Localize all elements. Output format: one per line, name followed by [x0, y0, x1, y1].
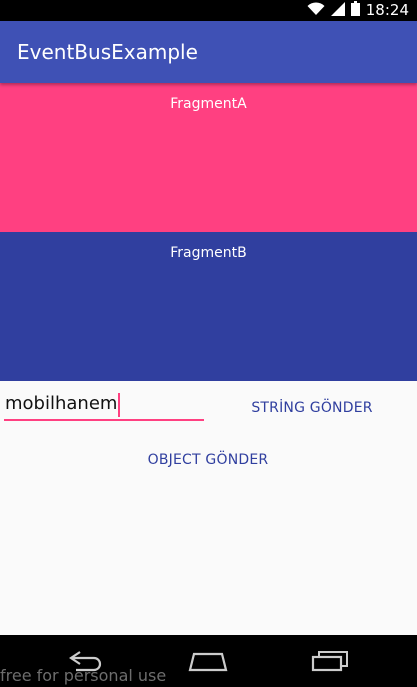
- battery-icon: [350, 1, 360, 20]
- signal-icon: [330, 1, 345, 20]
- recents-icon[interactable]: [310, 650, 350, 676]
- fragment-a: FragmentA: [0, 83, 417, 232]
- fragment-a-label: FragmentA: [170, 96, 247, 112]
- text-caret: [118, 392, 121, 417]
- send-object-button[interactable]: OBJECT GÖNDER: [118, 444, 298, 476]
- app-title: EventBusExample: [17, 40, 198, 64]
- input-underline: [4, 419, 204, 421]
- send-string-button[interactable]: STRİNG GÖNDER: [236, 392, 388, 424]
- app-bar: EventBusExample: [0, 21, 417, 83]
- status-time: 18:24: [365, 1, 409, 19]
- message-input-value[interactable]: mobilhanem: [4, 393, 117, 414]
- fragment-b: FragmentB: [0, 232, 417, 381]
- status-icons: 18:24: [307, 0, 409, 21]
- watermark-text: free for personal use: [0, 666, 167, 685]
- fragment-b-label: FragmentB: [170, 245, 247, 261]
- message-input[interactable]: mobilhanem: [4, 390, 204, 424]
- home-icon[interactable]: [186, 650, 230, 676]
- wifi-icon: [307, 1, 325, 20]
- status-bar: 18:24: [0, 0, 417, 21]
